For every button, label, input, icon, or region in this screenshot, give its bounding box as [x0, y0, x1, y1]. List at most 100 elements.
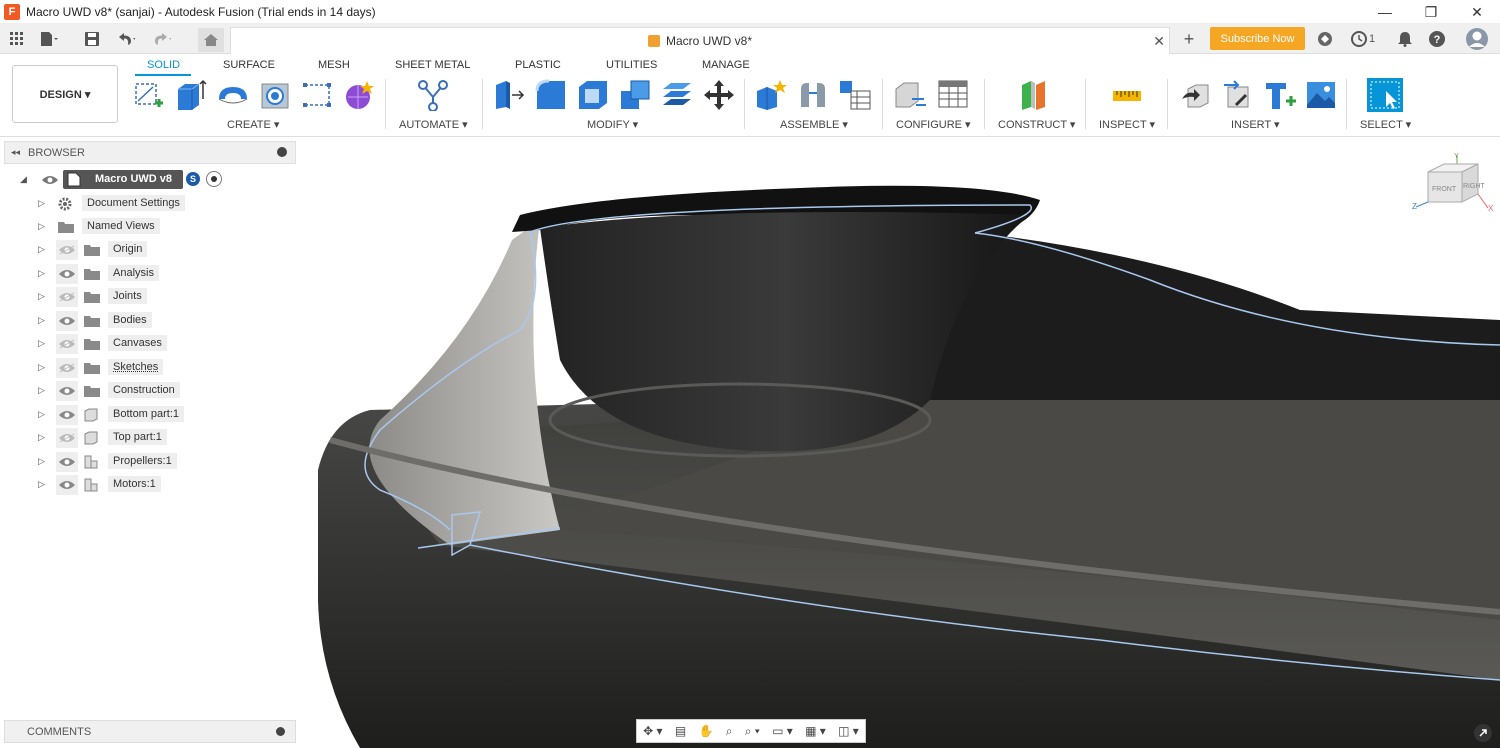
visibility-eye-icon[interactable] [56, 381, 78, 401]
grid-settings-icon[interactable]: ▦ ▾ [805, 724, 826, 738]
hole-icon[interactable] [259, 79, 291, 111]
comments-panel-header[interactable]: COMMENTS [4, 720, 296, 743]
assemble-menu[interactable]: ASSEMBLE ▾ [780, 118, 848, 131]
tab-plastic[interactable]: PLASTIC [515, 59, 561, 71]
expand-arrow-icon[interactable]: ▷ [38, 456, 48, 467]
browser-item-canvases[interactable]: ▷ Canvases [36, 334, 276, 354]
orbit-icon[interactable]: ✥ ▾ [643, 724, 662, 738]
press-pull-icon[interactable] [493, 79, 525, 111]
close-tab-icon[interactable]: ✕ [1153, 33, 1165, 50]
fillet-icon[interactable] [535, 79, 567, 111]
expand-arrow-icon[interactable]: ▷ [38, 479, 48, 490]
browser-item-construction[interactable]: ▷ Construction [36, 381, 276, 401]
activate-radio-icon[interactable] [206, 171, 222, 187]
configure-table-icon[interactable] [894, 79, 926, 111]
browser-panel-header[interactable]: ◂◂ BROWSER [4, 141, 296, 164]
browser-root-row[interactable]: ◢ Macro UWD v8 S [20, 170, 280, 190]
visibility-eye-icon[interactable] [56, 405, 78, 425]
visibility-eye-icon[interactable] [56, 311, 78, 331]
browser-item-motors-1[interactable]: ▷ Motors:1 [36, 475, 276, 495]
browser-item-analysis[interactable]: ▷ Analysis [36, 264, 276, 284]
insert-link-icon[interactable] [1222, 79, 1254, 111]
browser-item-top-part-1[interactable]: ▷ Top part:1 [36, 428, 276, 448]
new-component-icon[interactable] [755, 79, 787, 111]
expand-arrow-icon[interactable]: ▷ [38, 385, 48, 396]
expand-arrow-icon[interactable]: ▷ [38, 432, 48, 443]
configuration-table-icon[interactable] [937, 79, 969, 111]
visibility-eye-icon[interactable] [42, 175, 58, 185]
expand-arrow-icon[interactable]: ▷ [38, 409, 48, 420]
visibility-eye-icon[interactable] [56, 475, 78, 495]
insert-mcmaster-icon[interactable] [1264, 79, 1296, 111]
fullscreen-toggle-icon[interactable] [1474, 724, 1492, 742]
browser-item-joints[interactable]: ▷ Joints [36, 287, 276, 307]
new-tab-icon[interactable]: + [1180, 29, 1198, 49]
save-icon[interactable] [83, 30, 101, 48]
close-button[interactable]: ✕ [1454, 0, 1500, 24]
browser-options-icon[interactable] [277, 147, 287, 157]
browser-item-propellers-1[interactable]: ▷ Propellers:1 [36, 452, 276, 472]
browser-item-bottom-part-1[interactable]: ▷ Bottom part:1 [36, 405, 276, 425]
insert-canvas-icon[interactable] [1305, 79, 1337, 111]
fit-zoom-icon[interactable]: ⌕ ▾ [745, 724, 760, 739]
minimize-button[interactable]: — [1362, 0, 1408, 24]
browser-item-origin[interactable]: ▷ Origin [36, 240, 276, 260]
browser-item-named-views[interactable]: ▷ Named Views [36, 217, 276, 237]
expand-arrow-icon[interactable]: ▷ [38, 244, 48, 255]
collapse-arrow-icon[interactable]: ◢ [20, 174, 30, 185]
expand-arrow-icon[interactable]: ▷ [38, 338, 48, 349]
tab-surface[interactable]: SURFACE [223, 59, 275, 71]
insert-derive-icon[interactable] [1180, 79, 1212, 111]
tab-utilities[interactable]: UTILITIES [606, 59, 657, 71]
redo-icon[interactable] [153, 30, 171, 48]
home-icon[interactable] [198, 28, 224, 52]
inspect-menu[interactable]: INSPECT ▾ [1099, 118, 1155, 131]
measure-icon[interactable] [1111, 79, 1143, 111]
browser-item-bodies[interactable]: ▷ Bodies [36, 311, 276, 331]
user-avatar[interactable] [1465, 27, 1489, 51]
visibility-eye-icon[interactable] [56, 452, 78, 472]
tab-solid[interactable]: SOLID [147, 59, 180, 71]
expand-arrow-icon[interactable]: ▷ [38, 362, 48, 373]
construct-menu[interactable]: CONSTRUCT ▾ [998, 118, 1075, 131]
extensions-icon[interactable] [1316, 30, 1334, 48]
automate-icon[interactable] [417, 79, 449, 111]
insert-menu[interactable]: INSERT ▾ [1231, 118, 1280, 131]
joint-icon[interactable] [797, 79, 829, 111]
bill-of-materials-icon[interactable] [839, 79, 871, 111]
maximize-button[interactable]: ❐ [1408, 0, 1454, 24]
notifications-bell-icon[interactable] [1396, 30, 1414, 48]
revolve-icon[interactable] [217, 79, 249, 111]
viewcube[interactable]: Y FRONT RIGHT Z X [1410, 150, 1500, 220]
sketch-dimension-icon[interactable] [301, 79, 333, 111]
configure-menu[interactable]: CONFIGURE ▾ [896, 118, 971, 131]
viewports-icon[interactable]: ◫ ▾ [838, 724, 859, 738]
subscribe-now-button[interactable]: Subscribe Now [1210, 27, 1305, 50]
select-menu[interactable]: SELECT ▾ [1360, 118, 1411, 131]
file-menu-icon[interactable] [40, 30, 58, 48]
collapse-browser-icon[interactable]: ◂◂ [11, 147, 20, 158]
automate-menu[interactable]: AUTOMATE ▾ [399, 118, 468, 131]
form-icon[interactable] [343, 79, 375, 111]
look-at-icon[interactable]: ▤ [675, 724, 686, 738]
help-icon[interactable]: ? [1428, 30, 1446, 48]
combine-icon[interactable] [619, 79, 651, 111]
tab-sheet-metal[interactable]: SHEET METAL [395, 59, 470, 71]
hidden-eye-icon[interactable] [56, 428, 78, 448]
select-icon[interactable] [1366, 77, 1404, 113]
apps-grid-icon[interactable] [8, 30, 26, 48]
undo-icon[interactable] [117, 30, 135, 48]
viewport-canvas[interactable] [298, 138, 1500, 748]
expand-arrow-icon[interactable]: ▷ [38, 291, 48, 302]
offset-face-icon[interactable] [661, 79, 693, 111]
zoom-icon[interactable]: ⌕ [726, 724, 733, 739]
expand-arrow-icon[interactable]: ▷ [38, 198, 48, 209]
shell-icon[interactable] [577, 79, 609, 111]
create-menu[interactable]: CREATE ▾ [227, 118, 279, 131]
expand-arrow-icon[interactable]: ▷ [38, 221, 48, 232]
pan-hand-icon[interactable]: ✋ [698, 724, 713, 738]
create-sketch-icon[interactable] [133, 79, 165, 111]
hidden-eye-icon[interactable] [56, 240, 78, 260]
hidden-eye-icon[interactable] [56, 287, 78, 307]
offset-plane-icon[interactable] [1019, 79, 1051, 111]
